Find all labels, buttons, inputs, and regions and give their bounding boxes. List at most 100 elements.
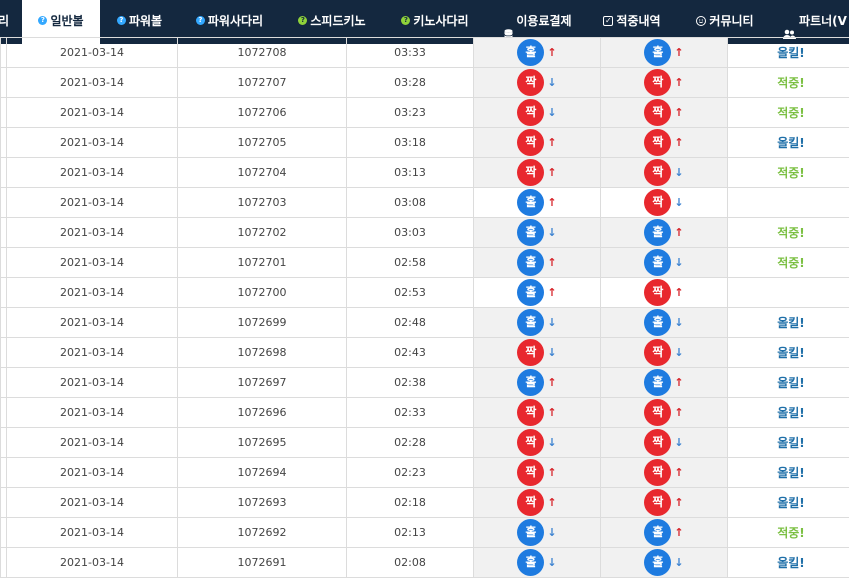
result-cell — [728, 188, 849, 218]
result-badge: 올킬! — [777, 436, 805, 450]
result-cell: 올킬! — [728, 338, 849, 368]
smile-icon — [696, 16, 706, 26]
date-cell: 2021-03-14 — [7, 278, 178, 308]
arrow-up-icon: ↑ — [674, 76, 683, 89]
arrow-up-icon: ↑ — [547, 256, 556, 269]
date-cell: 2021-03-14 — [7, 368, 178, 398]
date-cell: 2021-03-14 — [7, 458, 178, 488]
pick-cell-1: 짝↓ — [474, 338, 601, 368]
even-ball: 짝 — [644, 429, 671, 456]
pick-cell-1: 홀↑ — [474, 368, 601, 398]
round-cell: 1072702 — [178, 218, 347, 248]
tab-label: 리 — [0, 14, 9, 28]
time-cell: 02:58 — [347, 248, 474, 278]
pick-cell-2: 짝↑ — [601, 398, 728, 428]
round-cell: 1072708 — [178, 38, 347, 68]
table-row: 2021-03-14107270603:23짝↓짝↑적중! — [1, 98, 849, 128]
arrow-up-icon: ↑ — [674, 406, 683, 419]
result-badge: 적중! — [777, 166, 805, 180]
table-row: 2021-03-14107269102:08홀↓홀↓올킬! — [1, 548, 849, 578]
date-cell: 2021-03-14 — [7, 308, 178, 338]
even-ball: 짝 — [644, 189, 671, 216]
arrow-down-icon: ↓ — [674, 316, 683, 329]
result-cell: 올킬! — [728, 368, 849, 398]
pick-cell-2: 짝↓ — [601, 188, 728, 218]
even-ball: 짝 — [517, 429, 544, 456]
pick-cell-1: 홀↑ — [474, 278, 601, 308]
time-cell: 02:08 — [347, 548, 474, 578]
pick-cell-1: 홀↓ — [474, 308, 601, 338]
date-cell: 2021-03-14 — [7, 98, 178, 128]
table-row: 2021-03-14107269902:48홀↓홀↓올킬! — [1, 308, 849, 338]
date-cell: 2021-03-14 — [7, 248, 178, 278]
time-cell: 02:13 — [347, 518, 474, 548]
table-row: 2021-03-14107270503:18짝↑짝↑올킬! — [1, 128, 849, 158]
pick-cell-1: 짝↑ — [474, 458, 601, 488]
result-cell: 적중! — [728, 218, 849, 248]
arrow-down-icon: ↓ — [674, 166, 683, 179]
pick-cell-2: 홀↓ — [601, 248, 728, 278]
table-row: 2021-03-14107269302:18짝↑짝↑올킬! — [1, 488, 849, 518]
table-row: 2021-03-14107270203:03홀↓홀↑적중! — [1, 218, 849, 248]
table-row: 2021-03-14107269402:23짝↑짝↑올킬! — [1, 458, 849, 488]
even-ball: 짝 — [517, 339, 544, 366]
even-ball: 짝 — [644, 159, 671, 186]
checkbox-icon: ✓ — [603, 16, 613, 26]
tab-label: 파워볼 — [129, 14, 162, 28]
odd-ball: 홀 — [517, 249, 544, 276]
pick-cell-2: 홀↑ — [601, 518, 728, 548]
date-cell: 2021-03-14 — [7, 188, 178, 218]
odd-ball: 홀 — [644, 249, 671, 276]
odd-ball: 홀 — [517, 279, 544, 306]
result-cell: 올킬! — [728, 38, 849, 68]
time-cell: 03:03 — [347, 218, 474, 248]
arrow-up-icon: ↑ — [547, 376, 556, 389]
pick-cell-2: 짝↑ — [601, 98, 728, 128]
pick-cell-2: 짝↓ — [601, 428, 728, 458]
date-cell: 2021-03-14 — [7, 518, 178, 548]
table-row: 2021-03-14107269502:28짝↓짝↓올킬! — [1, 428, 849, 458]
table-row: 2021-03-14107270102:58홀↑홀↓적중! — [1, 248, 849, 278]
arrow-down-icon: ↓ — [674, 346, 683, 359]
pick-cell-2: 홀↑ — [601, 218, 728, 248]
result-cell — [728, 278, 849, 308]
date-cell: 2021-03-14 — [7, 38, 178, 68]
odd-ball: 홀 — [644, 519, 671, 546]
odd-ball: 홀 — [644, 219, 671, 246]
date-cell: 2021-03-14 — [7, 338, 178, 368]
odd-ball: 홀 — [644, 369, 671, 396]
date-cell: 2021-03-14 — [7, 68, 178, 98]
arrow-up-icon: ↑ — [674, 136, 683, 149]
round-cell: 1072693 — [178, 488, 347, 518]
round-cell: 1072699 — [178, 308, 347, 338]
table-row: 2021-03-14107269802:43짝↓짝↓올킬! — [1, 338, 849, 368]
result-cell: 적중! — [728, 248, 849, 278]
table-row: 2021-03-14107270403:13짝↑짝↓적중! — [1, 158, 849, 188]
result-cell: 적중! — [728, 98, 849, 128]
pick-cell-2: 홀↑ — [601, 38, 728, 68]
arrow-up-icon: ↑ — [547, 406, 556, 419]
pick-cell-1: 짝↓ — [474, 98, 601, 128]
result-cell: 적중! — [728, 158, 849, 188]
odd-ball: 홀 — [517, 549, 544, 576]
pick-cell-2: 짝↑ — [601, 128, 728, 158]
even-ball: 짝 — [517, 129, 544, 156]
date-cell: 2021-03-14 — [7, 128, 178, 158]
date-cell: 2021-03-14 — [7, 428, 178, 458]
time-cell: 02:23 — [347, 458, 474, 488]
even-ball: 짝 — [517, 489, 544, 516]
pick-cell-2: 짝↑ — [601, 488, 728, 518]
even-ball: 짝 — [517, 69, 544, 96]
pick-cell-1: 홀↑ — [474, 188, 601, 218]
arrow-down-icon: ↓ — [547, 316, 556, 329]
results-table: 2021-03-14107270803:33홀↑홀↑올킬!2021-03-141… — [0, 37, 849, 578]
result-badge: 올킬! — [777, 466, 805, 480]
even-ball: 짝 — [644, 99, 671, 126]
table-row: 2021-03-14107270002:53홀↑짝↑ — [1, 278, 849, 308]
table-row: 2021-03-14107269202:13홀↓홀↑적중! — [1, 518, 849, 548]
round-cell: 1072697 — [178, 368, 347, 398]
time-cell: 02:18 — [347, 488, 474, 518]
odd-ball: 홀 — [517, 39, 544, 66]
odd-ball: 홀 — [517, 519, 544, 546]
date-cell: 2021-03-14 — [7, 488, 178, 518]
